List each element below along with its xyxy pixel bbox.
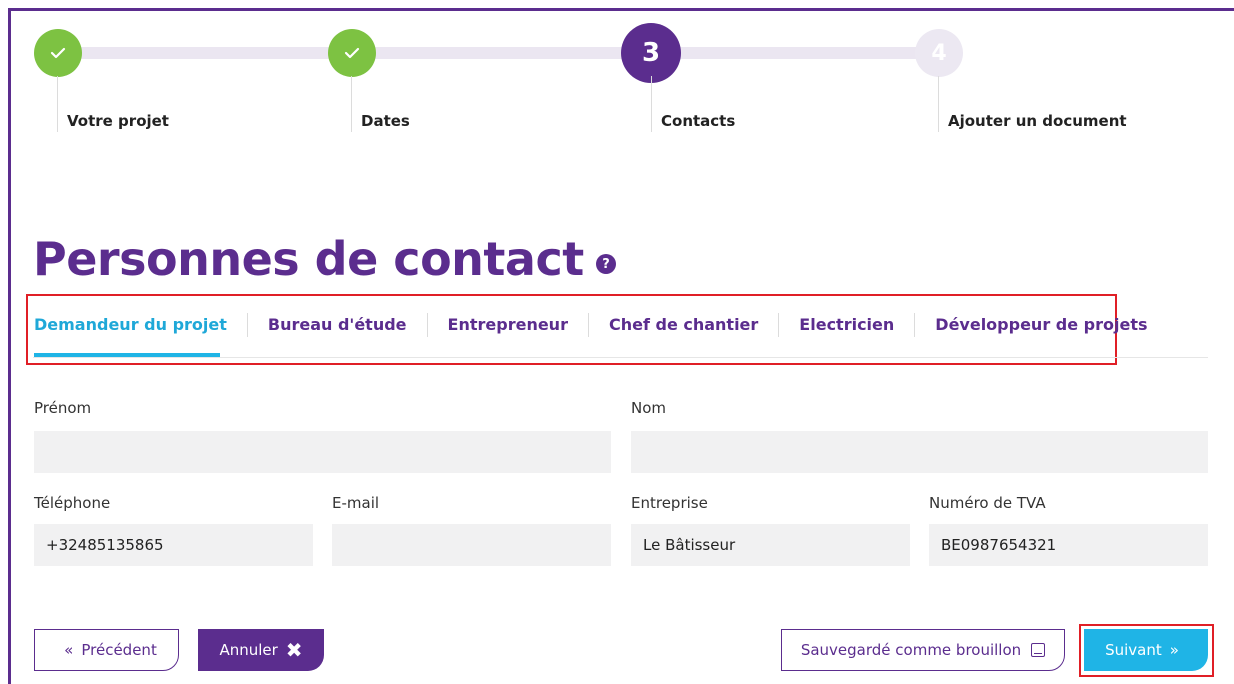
step-4-connector [938,76,939,132]
save-draft-button[interactable]: Sauvegardé comme brouillon [781,629,1065,671]
step-1-check-icon[interactable] [34,29,82,77]
step-3-label: Contacts [661,112,736,130]
next-button-label: Suivant [1105,641,1162,659]
entreprise-input[interactable] [631,524,910,566]
step-3-connector [651,76,652,132]
step-2-check-icon[interactable] [328,29,376,77]
double-chevron-left-icon: « [64,641,74,659]
tva-label: Numéro de TVA [929,494,1046,512]
entreprise-label: Entreprise [631,494,708,512]
tab-developpeur-de-projets[interactable]: Développeur de projets [914,313,1167,337]
tab-entrepreneur[interactable]: Entrepreneur [426,313,588,337]
email-label: E-mail [332,494,380,512]
next-button[interactable]: Suivant » [1084,629,1208,671]
page-title: Personnes de contact ? [33,232,616,286]
stepper-track-3 [676,47,926,59]
tabs-divider [33,357,1208,358]
help-icon[interactable]: ? [595,254,616,274]
email-input[interactable] [332,524,611,566]
step-1-connector [57,76,58,132]
double-chevron-right-icon: » [1169,641,1179,659]
tab-electricien[interactable]: Electricien [778,313,914,337]
tab-chef-de-chantier[interactable]: Chef de chantier [587,313,778,337]
page-title-text: Personnes de contact [33,232,584,286]
nom-input[interactable] [631,431,1208,473]
stepper-track-2 [374,47,624,59]
draft-icon [1031,643,1046,657]
cancel-button[interactable]: Annuler ✖ [198,629,324,671]
contact-tabs: Demandeur du projet Bureau d'étude Entre… [34,313,1168,337]
previous-button-label: Précédent [81,641,157,659]
step-4-label: Ajouter un document [948,112,1127,130]
telephone-input[interactable] [34,524,313,566]
tva-input[interactable] [929,524,1208,566]
step-1-label: Votre projet [67,112,169,130]
save-draft-button-label: Sauvegardé comme brouillon [800,641,1022,659]
prenom-input[interactable] [34,431,611,473]
telephone-label: Téléphone [34,494,111,512]
step-2-label: Dates [361,112,410,130]
step-4-marker: 4 [915,29,963,77]
step-2-connector [351,76,352,132]
cancel-button-label: Annuler [219,641,278,659]
progress-stepper: 3 4 Votre projet Dates Contacts Ajouter … [0,0,1234,150]
nom-label: Nom [631,399,667,417]
prenom-label: Prénom [34,399,92,417]
close-icon: ✖ [285,638,303,662]
tab-demandeur-du-projet[interactable]: Demandeur du projet [34,313,247,337]
stepper-track-1 [80,47,340,59]
previous-button[interactable]: « Précédent [34,629,179,671]
step-3-marker: 3 [621,23,681,83]
tab-bureau-d-etude[interactable]: Bureau d'étude [246,313,427,337]
active-tab-indicator [34,353,220,357]
